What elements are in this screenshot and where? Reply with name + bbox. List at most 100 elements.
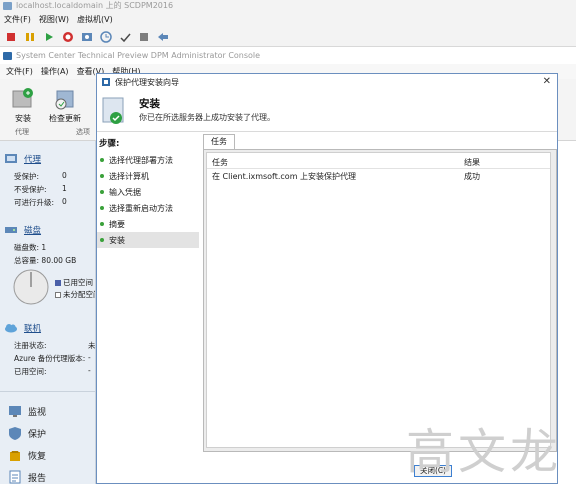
task-tab-bar: 任务 <box>203 134 557 149</box>
nav-section-disks[interactable]: 磁盘 <box>4 224 41 236</box>
nav-agents-title: 代理 <box>24 155 42 165</box>
workspace-monitoring[interactable]: 监视 <box>8 404 46 418</box>
task-grid: 任务 结果 在 Client.ixmsoft.com 上安装保护代理 成功 <box>206 152 551 448</box>
vm-menu-view[interactable]: 视图(W) <box>39 14 69 25</box>
workspace-recovery-label: 恢复 <box>28 451 47 462</box>
reporting-icon <box>9 470 21 484</box>
nav-section-online[interactable]: 联机 <box>4 322 41 334</box>
agents-icon <box>5 154 17 163</box>
vm-title-bar: localhost.localdomain 上的 SCDPM2016 <box>0 0 576 12</box>
nav-online-used-value: - <box>88 366 91 375</box>
monitoring-icon <box>9 406 21 417</box>
tab-tasks[interactable]: 任务 <box>203 134 235 149</box>
workspace-protection[interactable]: 保护 <box>8 426 46 440</box>
recovery-icon <box>10 451 20 461</box>
close-icon[interactable]: ✕ <box>543 76 551 87</box>
nav-section-agents[interactable]: 代理 <box>4 153 41 165</box>
navigation-pane: 代理 受保护: 0 不受保护: 1 可进行升级: 0 磁盘 磁盘数: 1 总容量… <box>0 141 96 484</box>
step-installation[interactable]: 安装 <box>97 232 199 248</box>
step-deployment-method[interactable]: 选择代理部署方法 <box>97 152 199 168</box>
wizard-steps: 步骤: 选择代理部署方法 选择计算机 输入凭据 选择重新启动方法 摘要 安装 <box>97 132 201 483</box>
ribbon-group-agent: 代理 <box>15 128 29 136</box>
revert-icon[interactable] <box>99 30 113 44</box>
check-update-label: 检查更新 <box>49 114 81 123</box>
nav-disks-capacity-value: 80.00 GB <box>41 256 77 265</box>
step-label: 摘要 <box>109 219 125 229</box>
ribbon-group-options: 选项 <box>76 128 90 136</box>
app-menu-action[interactable]: 操作(A) <box>41 66 69 77</box>
step-status-icon <box>100 206 104 210</box>
steps-heading: 步骤: <box>99 139 120 149</box>
disk-usage-gauge <box>13 269 49 305</box>
step-label: 安装 <box>109 235 125 245</box>
send-keys-icon[interactable] <box>156 30 170 44</box>
nav-divider <box>0 391 95 392</box>
step-status-icon <box>100 158 104 162</box>
check-update-button[interactable]: 检查更新 <box>44 81 86 124</box>
pause-icon[interactable] <box>23 30 37 44</box>
step-credentials[interactable]: 输入凭据 <box>97 184 199 200</box>
install-button[interactable]: 安装 <box>2 81 44 124</box>
install-icon <box>10 85 36 111</box>
workspace-monitoring-label: 监视 <box>28 407 47 418</box>
step-label: 输入凭据 <box>109 187 141 197</box>
step-label: 选择计算机 <box>109 171 149 181</box>
nav-disks-title: 磁盘 <box>24 226 42 236</box>
step-status-icon <box>100 238 104 242</box>
wizard-header-title: 安装 <box>139 98 160 110</box>
legend-unallocated-swatch <box>55 291 61 298</box>
settings-icon[interactable] <box>118 30 132 44</box>
wizard-icon <box>102 78 110 86</box>
step-label: 选择重新启动方法 <box>109 203 173 213</box>
reset-icon[interactable] <box>61 30 75 44</box>
vm-title-text: localhost.localdomain 上的 SCDPM2016 <box>16 1 174 10</box>
screen: localhost.localdomain 上的 SCDPM2016 文件(F)… <box>0 0 576 484</box>
workspace-reporting-label: 报告 <box>28 473 47 484</box>
app-title-bar: System Center Technical Preview DPM Admi… <box>0 48 576 64</box>
wizard-title: 保护代理安装向导 <box>115 77 179 87</box>
wizard-header: 安装 你已在所选服务器上成功安装了代理。 <box>97 90 557 132</box>
vm-menu-vm[interactable]: 虚拟机(V) <box>77 14 113 25</box>
app-menu-file[interactable]: 文件(F) <box>6 66 33 77</box>
table-row-task[interactable]: 在 Client.ixmsoft.com 上安装保护代理 <box>212 171 356 182</box>
play-icon[interactable] <box>42 30 56 44</box>
nav-agents-protected-label: 受保护: <box>14 172 40 181</box>
nav-disks-capacity: 总容量: 80.00 GB <box>14 255 76 266</box>
protection-icon <box>9 427 21 440</box>
app-title-text: System Center Technical Preview DPM Admi… <box>16 51 261 60</box>
vm-toolbar <box>0 27 576 47</box>
legend-unallocated-label: 未分配空间 <box>63 290 95 299</box>
vm-menu-bar: 文件(F) 视图(W) 虚拟机(V) <box>0 12 576 27</box>
vm-menu-file[interactable]: 文件(F) <box>4 14 31 25</box>
check-update-icon <box>52 85 78 111</box>
step-status-icon <box>100 222 104 226</box>
legend-used: 已用空间 <box>55 277 93 288</box>
step-status-icon <box>100 190 104 194</box>
step-summary[interactable]: 摘要 <box>97 216 199 232</box>
nav-disks-count-label: 磁盘数: <box>14 243 40 252</box>
nav-agents-protected-value: 0 <box>62 171 67 180</box>
nav-online-azure-label: Azure 备份代理版本: <box>14 354 86 363</box>
vm-app-icon <box>3 2 12 10</box>
column-header-task[interactable]: 任务 <box>212 157 228 168</box>
column-header-result[interactable]: 结果 <box>464 157 480 168</box>
step-select-computers[interactable]: 选择计算机 <box>97 168 199 184</box>
nav-online-reg-label: 注册状态: <box>14 341 47 350</box>
dpm-app-icon <box>3 52 12 60</box>
workspace-recovery[interactable]: 恢复 <box>8 448 46 462</box>
snapshot-icon[interactable] <box>80 30 94 44</box>
power-icon[interactable] <box>137 30 151 44</box>
wizard-header-subtitle: 你已在所选服务器上成功安装了代理。 <box>139 113 275 122</box>
table-row-result: 成功 <box>464 172 480 181</box>
workspace-protection-label: 保护 <box>28 429 47 440</box>
step-restart-method[interactable]: 选择重新启动方法 <box>97 200 199 216</box>
step-status-icon <box>100 174 104 178</box>
nav-disks-count: 磁盘数: 1 <box>14 242 46 253</box>
nav-online-azure-value: - <box>88 353 91 362</box>
nav-agents-unprotected-value: 1 <box>62 184 67 193</box>
step-label: 选择代理部署方法 <box>109 155 173 165</box>
stop-icon[interactable] <box>4 30 18 44</box>
grid-header-divider <box>207 168 550 169</box>
workspace-reporting[interactable]: 报告 <box>8 470 46 484</box>
legend-used-label: 已用空间 <box>63 278 93 287</box>
